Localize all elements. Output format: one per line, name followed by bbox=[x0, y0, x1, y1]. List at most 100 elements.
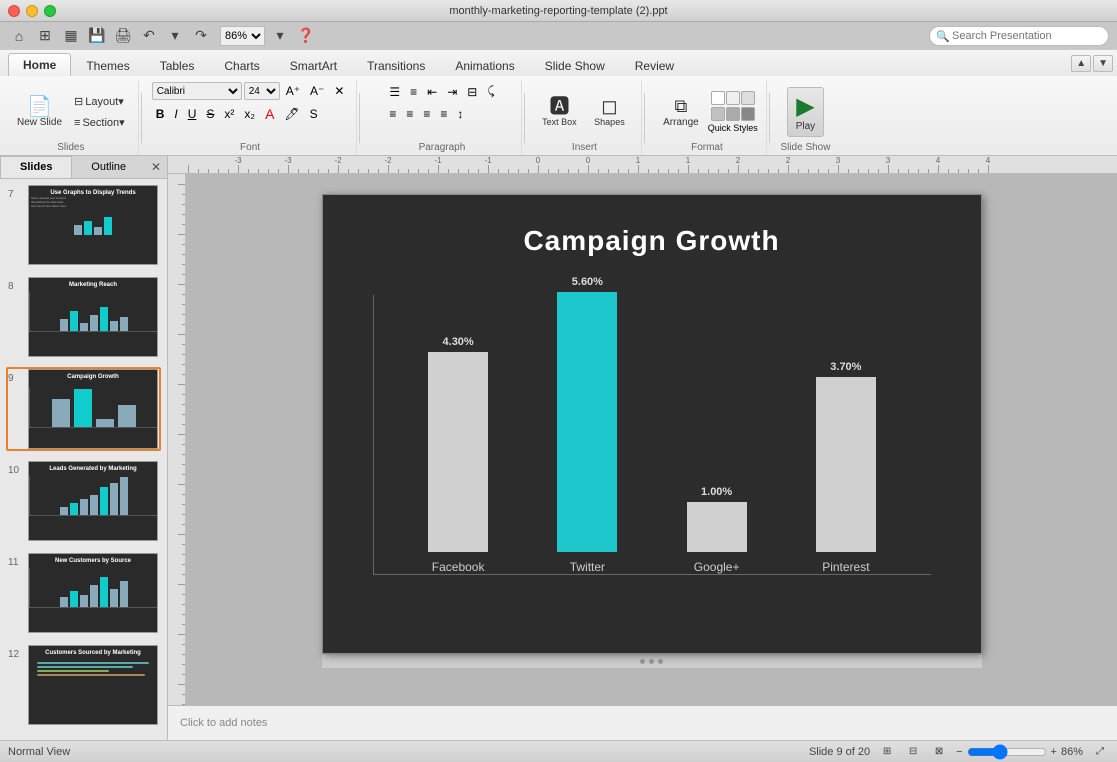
panel-close-button[interactable]: ✕ bbox=[145, 156, 167, 178]
bar-label: Facebook bbox=[432, 560, 485, 574]
slide-sorter-button[interactable]: ⊟ bbox=[904, 744, 922, 760]
save-icon[interactable]: 💾 bbox=[86, 25, 108, 47]
tab-transitions[interactable]: Transitions bbox=[352, 54, 440, 77]
shrink-font-button[interactable]: A⁻ bbox=[306, 82, 328, 100]
style-swatch-3[interactable] bbox=[741, 91, 755, 105]
font-name-select[interactable]: Calibri bbox=[152, 82, 242, 100]
tab-animations[interactable]: Animations bbox=[440, 54, 529, 77]
ruler-v-tick bbox=[182, 274, 186, 275]
slide-thumbnail-7[interactable]: 7 Use Graphs to Display Trends Some samp… bbox=[6, 183, 161, 267]
zoom-minus-button[interactable]: − bbox=[956, 746, 962, 758]
undo-icon[interactable]: ↶ bbox=[138, 25, 160, 47]
align-left-button[interactable]: ≡ bbox=[385, 105, 400, 123]
slide-thumbnail-8[interactable]: 8 Marketing Reach bbox=[6, 275, 161, 359]
slide-thumb-img-10: Leads Generated by Marketing bbox=[28, 461, 158, 541]
tab-smartart[interactable]: SmartArt bbox=[275, 54, 352, 77]
style-swatch-2[interactable] bbox=[726, 91, 740, 105]
arrange-button[interactable]: ⧉ Arrange bbox=[656, 93, 706, 131]
ribbon-up-button[interactable]: ▲ bbox=[1071, 55, 1091, 72]
font-color-button[interactable]: A bbox=[261, 104, 278, 124]
panel-tab-outline[interactable]: Outline bbox=[72, 156, 144, 178]
thumb-bar bbox=[60, 507, 68, 515]
ruler-v-tick bbox=[182, 654, 186, 655]
print-icon[interactable]: 🖨 bbox=[112, 25, 134, 47]
bar-group: 5.60%Twitter bbox=[557, 276, 617, 574]
text-box-button[interactable]: 🅰 Text Box bbox=[535, 94, 583, 130]
undo-dropdown-icon[interactable]: ▾ bbox=[164, 25, 186, 47]
italic-button[interactable]: I bbox=[170, 105, 181, 123]
thumb-line bbox=[37, 674, 145, 676]
align-center-button[interactable]: ≡ bbox=[402, 105, 417, 123]
tab-review[interactable]: Review bbox=[620, 54, 689, 77]
tab-charts[interactable]: Charts bbox=[209, 54, 274, 77]
columns-button[interactable]: ⊟ bbox=[463, 83, 481, 101]
justify-button[interactable]: ≡ bbox=[436, 105, 451, 123]
zoom-select[interactable]: 86% bbox=[220, 26, 265, 46]
style-swatch-1[interactable] bbox=[711, 91, 725, 105]
slide-canvas[interactable]: Campaign Growth 4.30%Facebook5.60%Twitte… bbox=[186, 174, 1117, 705]
line-spacing-button[interactable]: ↕ bbox=[453, 105, 467, 123]
font-size-select[interactable]: 24 bbox=[244, 82, 280, 100]
horizontal-scrollbar[interactable] bbox=[322, 654, 982, 668]
slide-thumbnail-11[interactable]: 11 New Customers by Source bbox=[6, 551, 161, 635]
grid-icon[interactable]: ⊞ bbox=[34, 25, 56, 47]
tab-slideshow[interactable]: Slide Show bbox=[530, 54, 620, 77]
highlight-button[interactable]: 🖊 bbox=[280, 105, 303, 123]
zoom-slider[interactable] bbox=[967, 747, 1047, 757]
ribbon-down-button[interactable]: ▼ bbox=[1093, 55, 1113, 72]
bold-button[interactable]: B bbox=[152, 105, 169, 123]
superscript-button[interactable]: x² bbox=[220, 105, 238, 123]
notes-area[interactable]: Click to add notes bbox=[168, 705, 1117, 740]
play-button[interactable]: ▶ Play bbox=[787, 87, 824, 137]
zoom-dropdown-icon[interactable]: ▾ bbox=[269, 25, 291, 47]
grow-font-button[interactable]: A⁺ bbox=[282, 82, 304, 100]
numbering-button[interactable]: ≡ bbox=[406, 83, 421, 101]
slide-thumbnail-10[interactable]: 10 Leads Generated by Marketing bbox=[6, 459, 161, 543]
shapes-icon: ◻ bbox=[601, 97, 618, 117]
underline-button[interactable]: U bbox=[184, 105, 201, 123]
slide[interactable]: Campaign Growth 4.30%Facebook5.60%Twitte… bbox=[322, 194, 982, 654]
indent-more-button[interactable]: ⇥ bbox=[443, 83, 461, 101]
fit-window-button[interactable]: ⤢ bbox=[1091, 744, 1109, 760]
section-button[interactable]: ≡ Section ▾ bbox=[69, 113, 130, 132]
close-button[interactable] bbox=[8, 5, 20, 17]
reading-view-button[interactable]: ⊠ bbox=[930, 744, 948, 760]
tab-themes[interactable]: Themes bbox=[71, 54, 144, 77]
normal-view-button[interactable]: ⊞ bbox=[878, 744, 896, 760]
align-right-button[interactable]: ≡ bbox=[419, 105, 434, 123]
layout-button[interactable]: ⊟ Layout ▾ bbox=[69, 92, 130, 111]
tab-tables[interactable]: Tables bbox=[145, 54, 210, 77]
style-swatch-6[interactable] bbox=[741, 107, 755, 121]
text-direction-button[interactable]: ⤹ bbox=[483, 82, 498, 101]
panel-tab-slides[interactable]: Slides bbox=[0, 156, 72, 178]
section-dropdown-icon: ▾ bbox=[119, 116, 125, 129]
style-swatch-4[interactable] bbox=[711, 107, 725, 121]
style-swatch-5[interactable] bbox=[726, 107, 740, 121]
slide-thumbnail-12[interactable]: 12 Customers Sourced by Marketing bbox=[6, 643, 161, 727]
subscript-button[interactable]: x₂ bbox=[240, 105, 259, 123]
strikethrough-button[interactable]: S bbox=[202, 105, 218, 123]
slides-icon[interactable]: ▦ bbox=[60, 25, 82, 47]
ruler-v-tick bbox=[182, 544, 186, 545]
status-bar: Normal View Slide 9 of 20 ⊞ ⊟ ⊠ − + 86% … bbox=[0, 740, 1117, 762]
shadow-button[interactable]: S bbox=[306, 105, 322, 123]
layout-icon: ⊟ bbox=[74, 95, 83, 108]
help-icon[interactable]: ❓ bbox=[295, 25, 317, 47]
search-input[interactable] bbox=[929, 26, 1109, 46]
slide-9-title: Campaign Growth bbox=[29, 370, 157, 380]
new-slide-button[interactable]: 📄 New Slide bbox=[12, 94, 67, 131]
ruler-v-tick bbox=[182, 674, 186, 675]
ruler-v-tick bbox=[182, 524, 186, 525]
home-icon[interactable]: ⌂ bbox=[8, 25, 30, 47]
indent-less-button[interactable]: ⇤ bbox=[423, 83, 441, 101]
clear-format-button[interactable]: ✕ bbox=[330, 82, 348, 100]
tab-home[interactable]: Home bbox=[8, 53, 71, 77]
redo-icon[interactable]: ↷ bbox=[190, 25, 212, 47]
maximize-button[interactable] bbox=[44, 5, 56, 17]
zoom-plus-button[interactable]: + bbox=[1051, 746, 1057, 758]
minimize-button[interactable] bbox=[26, 5, 38, 17]
bullets-button[interactable]: ☰ bbox=[385, 83, 404, 101]
vertical-ruler bbox=[168, 174, 186, 705]
slide-thumbnail-9[interactable]: 9 Campaign Growth bbox=[6, 367, 161, 451]
shapes-button[interactable]: ◻ Shapes bbox=[585, 94, 633, 130]
